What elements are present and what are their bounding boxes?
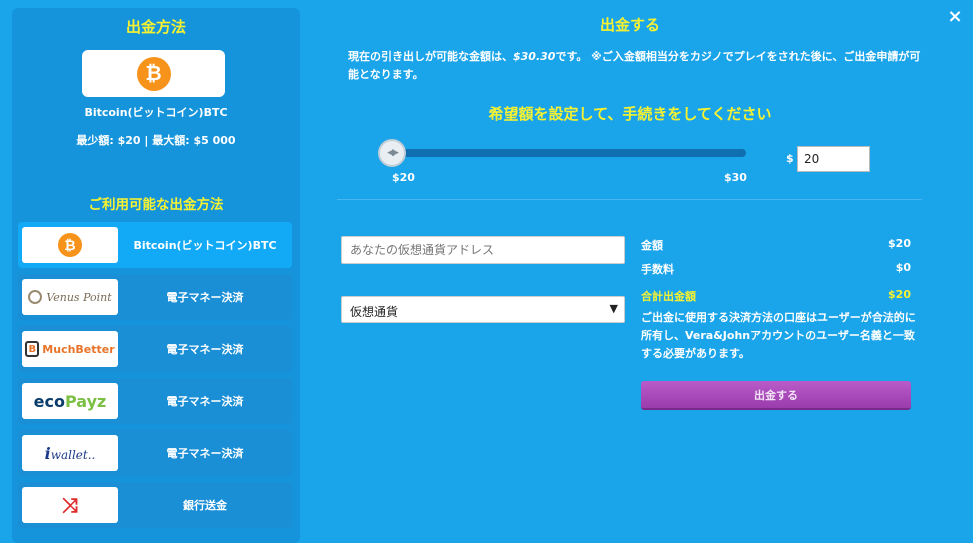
withdraw-description: 現在の引き出しが可能な金額は、$30.30です。 ※ご入金額相当分をカジノでプレ… [348, 50, 921, 81]
amount-slider-track[interactable] [392, 149, 746, 157]
chevron-down-icon: ▼ [609, 302, 618, 315]
summary-total-row: 合計出金額 $20 [641, 288, 911, 303]
method-label: 電子マネー決済 [166, 343, 244, 356]
currency-select[interactable]: 仮想通貨 ▼ [341, 296, 625, 323]
method-venus-point[interactable]: Venus Point 電子マネー決済 [18, 274, 292, 320]
withdraw-limits: 最少額: $20 | 最大額: $5 000 [76, 134, 236, 147]
methods-title: 出金方法 [125, 18, 186, 36]
slider-min-label: $20 [392, 171, 415, 184]
account-ownership-note: ご出金に使用する決済方法の口座はユーザーが合法的に所有し、Vera&Johnアカ… [641, 311, 916, 360]
crypto-address-input[interactable] [341, 236, 625, 264]
bitcoin-icon: ₿ [58, 233, 82, 257]
method-bitcoin[interactable]: ₿ Bitcoin(ビットコイン)BTC [18, 222, 292, 268]
bitcoin-icon: ₿ [136, 56, 171, 91]
slider-max-label: $30 [724, 171, 747, 184]
divider [337, 199, 922, 200]
available-amount: $30.30 [513, 50, 556, 63]
method-label: 電子マネー決済 [166, 395, 244, 408]
method-label: 電子マネー決済 [166, 447, 244, 460]
selected-method-name: Bitcoin(ビットコイン)BTC [84, 106, 228, 119]
venus-point-logo: Venus Point [28, 290, 112, 304]
muchbetter-logo: B MuchBetter [25, 341, 115, 357]
ecopayz-logo: ecoPayz [33, 391, 107, 411]
close-icon[interactable]: × [945, 7, 965, 27]
withdraw-title: 出金する [599, 16, 660, 34]
withdraw-submit-button[interactable]: 出金する [641, 381, 911, 410]
currency-select-value: 仮想通貨 [350, 305, 399, 319]
method-logo: ₿ [22, 227, 118, 263]
method-label: 電子マネー決済 [166, 291, 244, 304]
currency-symbol: $ [786, 152, 794, 165]
summary-fee-row: 手数料 $0 [641, 261, 911, 276]
method-logo: B MuchBetter [22, 331, 118, 367]
method-iwallet[interactable]: iwallet.. 電子マネー決済 [18, 430, 292, 476]
withdraw-methods-panel: 出金方法 ₿ Bitcoin(ビットコイン)BTC 最少額: $20 | 最大額… [12, 8, 300, 543]
withdraw-modal: 出金方法 ₿ Bitcoin(ビットコイン)BTC 最少額: $20 | 最大額… [0, 0, 973, 543]
shuffle-icon: ⤨ [62, 493, 78, 517]
method-label: Bitcoin(ビットコイン)BTC [133, 239, 277, 252]
method-logo: Venus Point [22, 279, 118, 315]
method-logo: iwallet.. [22, 435, 118, 471]
selected-method-logo: ₿ [82, 50, 225, 97]
amount-slider-handle[interactable]: ◀▶ [378, 139, 406, 167]
summary-amount-row: 金額 $20 [641, 237, 911, 252]
method-muchbetter[interactable]: B MuchBetter 電子マネー決済 [18, 326, 292, 372]
amount-input[interactable] [797, 146, 870, 172]
amount-prompt: 希望額を設定して、手続きをしてください [488, 105, 772, 123]
method-ecopayz[interactable]: ecoPayz 電子マネー決済 [18, 378, 292, 424]
iwallet-logo: iwallet.. [44, 443, 96, 463]
method-label: 銀行送金 [183, 499, 227, 512]
method-logo: ⤨ [22, 487, 118, 523]
method-bank-transfer[interactable]: ⤨ 銀行送金 [18, 482, 292, 528]
available-methods-title: ご利用可能な出金方法 [88, 197, 224, 213]
method-logo: ecoPayz [22, 383, 118, 419]
